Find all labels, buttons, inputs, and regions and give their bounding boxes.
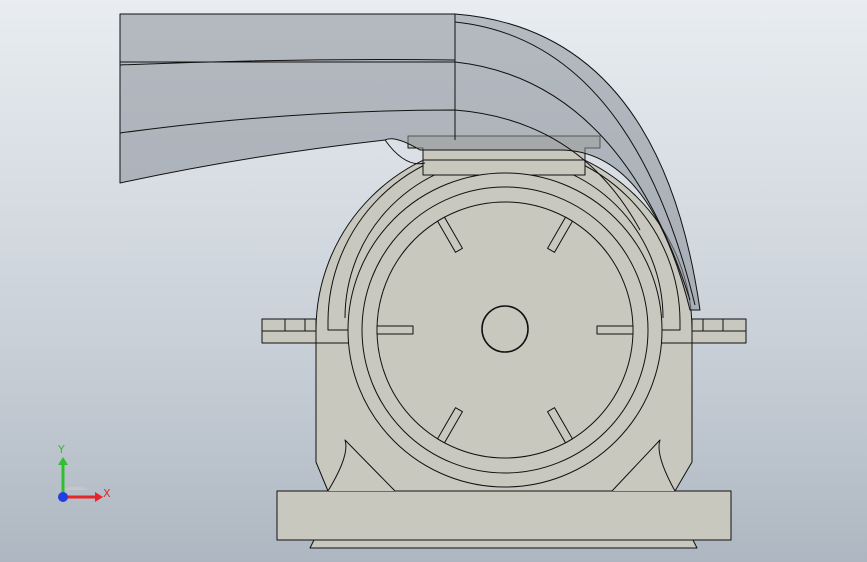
y-axis-label: Y: [57, 443, 65, 456]
impeller-slot: [596, 325, 634, 335]
shaft-hub[interactable]: [481, 305, 529, 353]
base-bottom-strip[interactable]: [309, 539, 698, 549]
graphics-viewport[interactable]: X Y: [0, 0, 867, 562]
x-axis-label: X: [103, 487, 111, 500]
impeller-slot: [376, 325, 414, 335]
left-flange[interactable]: [261, 318, 317, 344]
base-plate[interactable]: [276, 490, 732, 541]
z-axis-dot: [58, 492, 68, 502]
right-flange[interactable]: [691, 318, 747, 344]
coordinate-triad: X Y: [57, 443, 111, 502]
y-arrowhead-icon: [58, 457, 68, 465]
x-arrowhead-icon: [95, 492, 103, 502]
blower-model-front-view[interactable]: [0, 0, 867, 562]
